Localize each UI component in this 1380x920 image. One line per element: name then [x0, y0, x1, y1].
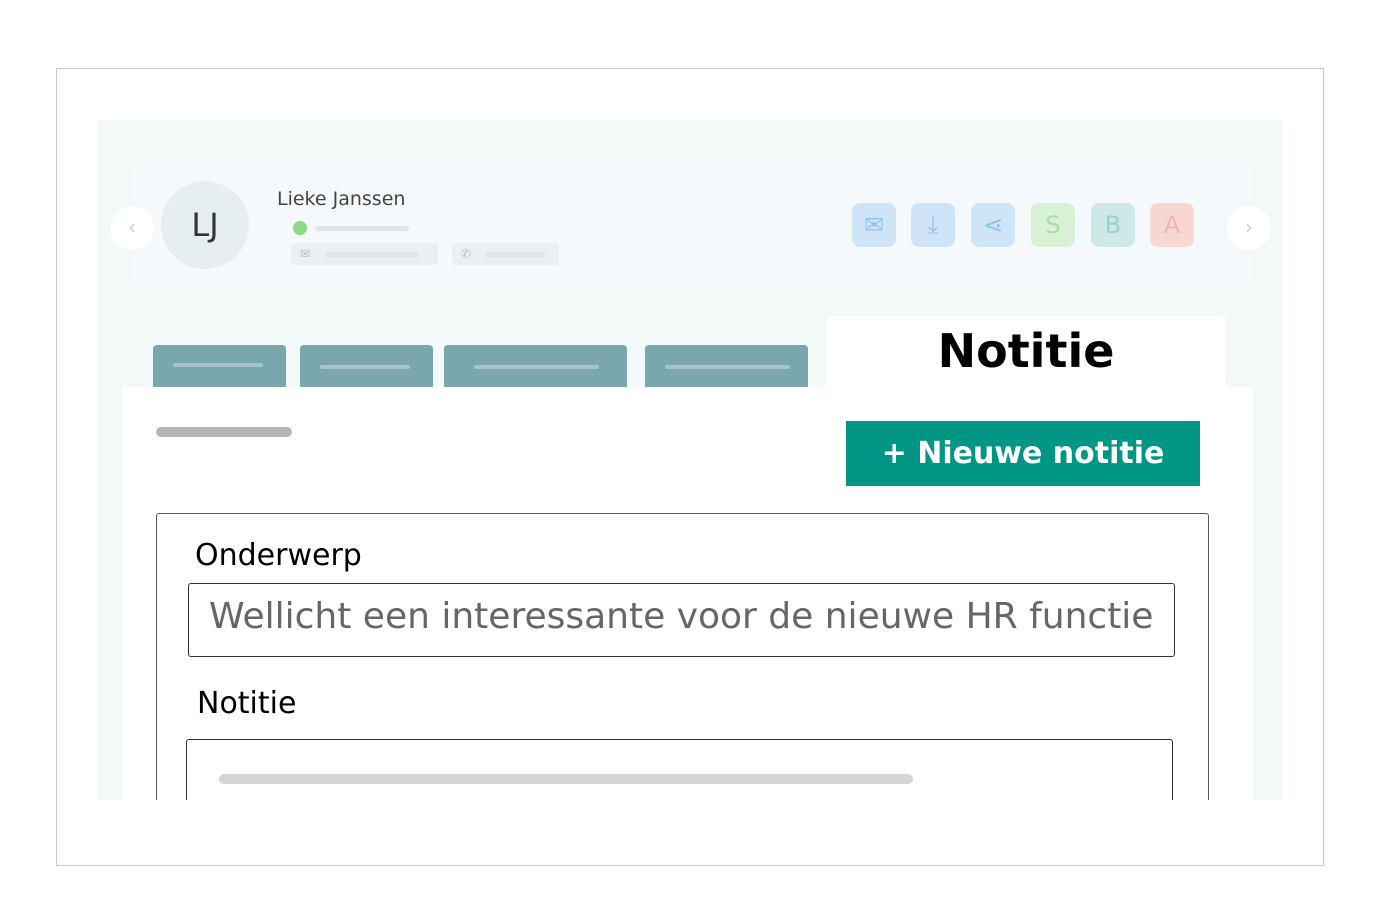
note-placeholder-line — [219, 774, 913, 784]
contact-name: Lieke Janssen — [277, 188, 406, 210]
email-placeholder-line — [325, 252, 419, 257]
action-s-button[interactable]: S — [1031, 203, 1075, 247]
chevron-left-icon[interactable]: ‹ — [110, 206, 154, 250]
tab-placeholder-line — [173, 363, 263, 367]
note-label: Notitie — [197, 686, 297, 721]
mail-icon[interactable]: ✉ — [852, 203, 896, 247]
status-dot — [293, 221, 307, 235]
tab-3[interactable] — [444, 345, 627, 389]
note-textarea[interactable] — [186, 739, 1173, 800]
subject-label: Onderwerp — [195, 538, 362, 573]
phone-pill[interactable]: ✆ — [452, 243, 559, 265]
note-panel: + Nieuwe notitie Onderwerp Wellicht een … — [122, 387, 1253, 800]
subject-input[interactable]: Wellicht een interessante voor de nieuwe… — [188, 583, 1175, 657]
tab-placeholder-line — [665, 365, 790, 369]
tab-4[interactable] — [645, 345, 808, 389]
tab-1[interactable] — [153, 345, 286, 389]
contact-detail-view: ‹ › LJ Lieke Janssen ✉ ✆ ✉ ⤓ ⋖ S B A + N… — [97, 120, 1282, 800]
mail-icon: ✉ — [300, 247, 311, 261]
subject-input-value: Wellicht een interessante voor de nieuwe… — [209, 596, 1154, 637]
new-note-button[interactable]: + Nieuwe notitie — [846, 421, 1200, 486]
phone-placeholder-line — [485, 252, 545, 257]
tab-notitie-label: Notitie — [937, 324, 1115, 378]
phone-icon: ✆ — [461, 247, 472, 261]
action-a-button[interactable]: A — [1150, 203, 1194, 247]
panel-subtitle-placeholder — [156, 427, 292, 437]
download-icon[interactable]: ⤓ — [911, 203, 955, 247]
status-placeholder-line — [315, 226, 409, 231]
avatar: LJ — [161, 181, 249, 269]
tab-placeholder-line — [320, 365, 410, 369]
note-form: Onderwerp Wellicht een interessante voor… — [156, 513, 1209, 800]
tab-notitie[interactable]: Notitie — [826, 316, 1226, 406]
tab-placeholder-line — [474, 365, 599, 369]
chevron-right-icon[interactable]: › — [1227, 206, 1271, 250]
action-b-button[interactable]: B — [1091, 203, 1135, 247]
email-pill[interactable]: ✉ — [291, 243, 438, 265]
tab-2[interactable] — [300, 345, 433, 389]
share-icon[interactable]: ⋖ — [971, 203, 1015, 247]
